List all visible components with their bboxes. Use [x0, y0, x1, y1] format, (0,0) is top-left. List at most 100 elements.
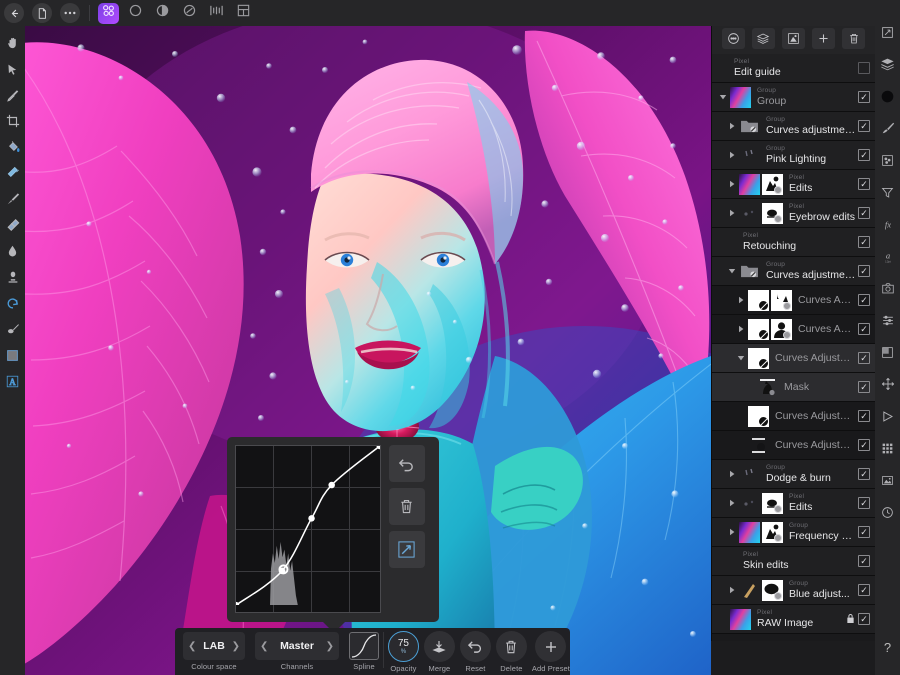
chevron-right-icon[interactable] [725, 122, 739, 130]
studio-layers[interactable] [875, 48, 900, 80]
chevron-down-icon[interactable] [716, 93, 730, 101]
studio-character[interactable]: a 12pt [875, 240, 900, 272]
crop-tool[interactable] [0, 108, 25, 134]
add-layer-button[interactable] [812, 27, 836, 49]
curves-undo-button[interactable] [388, 445, 425, 482]
chevron-right-icon[interactable] [725, 209, 739, 217]
layer-visibility-checkbox[interactable]: ✓ [858, 91, 870, 103]
layer-visibility-checkbox[interactable]: ✓ [858, 410, 870, 422]
studio-levels[interactable] [875, 304, 900, 336]
chevron-right-icon[interactable] [734, 296, 748, 304]
layer-visibility-checkbox[interactable]: ✓ [858, 207, 870, 219]
chevron-right-icon[interactable] [725, 528, 739, 536]
layer-visibility-checkbox[interactable]: ✓ [858, 352, 870, 364]
layer-row[interactable]: Pixel Eyebrow edits ✓ [712, 199, 875, 228]
add-preset-button[interactable] [535, 631, 567, 662]
layer-visibility-checkbox[interactable]: ✓ [858, 439, 870, 451]
merge-button[interactable] [423, 631, 455, 662]
chevron-right-icon[interactable] [725, 151, 739, 159]
chevron-down-icon[interactable] [725, 267, 739, 275]
layer-row[interactable]: Curves Adjustme... ✓ [712, 431, 875, 460]
layer-row[interactable]: Group Curves adjustments ✓ [712, 112, 875, 141]
delete-button[interactable] [495, 631, 527, 662]
back-button[interactable] [1, 3, 27, 23]
chevron-left-icon[interactable]: ❮ [188, 641, 196, 652]
view-tool[interactable] [0, 30, 25, 56]
shape-tool[interactable] [0, 342, 25, 368]
curves-graph[interactable] [235, 445, 381, 613]
undo-brush-tool[interactable] [0, 290, 25, 316]
chevron-right-icon[interactable] [725, 180, 739, 188]
colour-space-stepper[interactable]: ❮ LAB ❯ [183, 632, 245, 660]
layer-row[interactable]: Pixel Skin edits ✓ [712, 547, 875, 576]
layer-row[interactable]: Pixel Edits ✓ [712, 489, 875, 518]
studio-play[interactable] [875, 400, 900, 432]
liquify-persona-button[interactable] [125, 3, 146, 24]
layer-row[interactable]: Curves Adjustme... ✓ [712, 344, 875, 373]
layer-row[interactable]: Mask ✓ [712, 373, 875, 402]
layer-visibility-checkbox[interactable]: ✓ [858, 468, 870, 480]
studio-stock[interactable] [875, 272, 900, 304]
chevron-right-icon[interactable] [734, 325, 748, 333]
layer-row[interactable]: Pixel Edit guide [712, 54, 875, 83]
channels-stepper[interactable]: ❮ Master ❯ [255, 632, 339, 660]
layer-visibility-checkbox[interactable]: ✓ [858, 323, 870, 335]
layer-row[interactable]: Group Blue adjust... ✓ [712, 576, 875, 605]
paint-brush-tool[interactable] [0, 186, 25, 212]
studio-brushes[interactable] [875, 112, 900, 144]
opacity-dial[interactable]: 75 % [387, 631, 419, 662]
chevron-down-icon[interactable] [734, 354, 748, 362]
layer-visibility-checkbox[interactable]: ✓ [858, 584, 870, 596]
merge-stack-button[interactable] [751, 27, 775, 49]
layer-visibility-checkbox[interactable]: ✓ [858, 555, 870, 567]
layer-row[interactable]: Group Pink Lighting ✓ [712, 141, 875, 170]
smudge-brush-tool[interactable] [0, 238, 25, 264]
layer-row[interactable]: Group Curves adjustments ✓ [712, 257, 875, 286]
blur-brush-tool[interactable] [0, 264, 25, 290]
chevron-right-icon[interactable] [725, 499, 739, 507]
chevron-right-icon[interactable] [725, 586, 739, 594]
studio-colour[interactable] [875, 80, 900, 112]
studio-effects[interactable]: fx [875, 208, 900, 240]
layer-visibility-checkbox[interactable]: ✓ [858, 265, 870, 277]
more-options-button[interactable] [57, 3, 83, 23]
layer-visibility-checkbox[interactable]: ✓ [858, 613, 870, 625]
layer-visibility-checkbox[interactable] [858, 62, 870, 74]
lock-icon[interactable] [844, 613, 856, 626]
flood-fill-tool[interactable] [0, 134, 25, 160]
text-tool[interactable]: A [0, 368, 25, 394]
reset-button[interactable] [459, 631, 491, 662]
layer-row[interactable]: Curves Adj... ✓ [712, 286, 875, 315]
studio-macro[interactable] [875, 368, 900, 400]
layer-visibility-checkbox[interactable]: ✓ [858, 236, 870, 248]
studio-export[interactable] [875, 336, 900, 368]
chevron-left-icon[interactable]: ❮ [260, 641, 268, 652]
layer-row[interactable]: Pixel Retouching ✓ [712, 228, 875, 257]
flood-select-tool[interactable] [0, 160, 25, 186]
chevron-right-icon[interactable]: ❯ [232, 641, 240, 652]
layer-visibility-checkbox[interactable]: ✓ [858, 381, 870, 393]
studio-history[interactable] [875, 496, 900, 528]
panorama-persona-button[interactable] [206, 3, 227, 24]
layer-visibility-checkbox[interactable]: ✓ [858, 149, 870, 161]
layer-row[interactable]: Pixel RAW Image ✓ [712, 605, 875, 634]
mask-layer-button[interactable] [781, 27, 805, 49]
studio-assets[interactable] [875, 464, 900, 496]
layer-visibility-checkbox[interactable]: ✓ [858, 497, 870, 509]
layer-row[interactable]: Curves Adjustme... ✓ [712, 402, 875, 431]
layers-list[interactable]: Pixel Edit guide Group Group ✓ Group Curves ad… [712, 54, 875, 641]
photo-persona-button[interactable] [98, 2, 119, 24]
layer-row[interactable]: Pixel Edits ✓ [712, 170, 875, 199]
chevron-right-icon[interactable] [725, 470, 739, 478]
curves-reset-diagonal-button[interactable] [388, 531, 425, 568]
layer-row[interactable]: Group Group ✓ [712, 83, 875, 112]
layer-visibility-checkbox[interactable]: ✓ [858, 178, 870, 190]
curve-control-point[interactable] [308, 515, 315, 522]
layer-row[interactable]: Group Frequency S... ✓ [712, 518, 875, 547]
layer-visibility-checkbox[interactable]: ✓ [858, 526, 870, 538]
curve-control-point[interactable] [328, 481, 335, 489]
layer-more-button[interactable] [721, 27, 745, 49]
studio-filters[interactable] [875, 176, 900, 208]
studio-adjustments[interactable] [875, 144, 900, 176]
develop-persona-button[interactable] [152, 3, 173, 24]
